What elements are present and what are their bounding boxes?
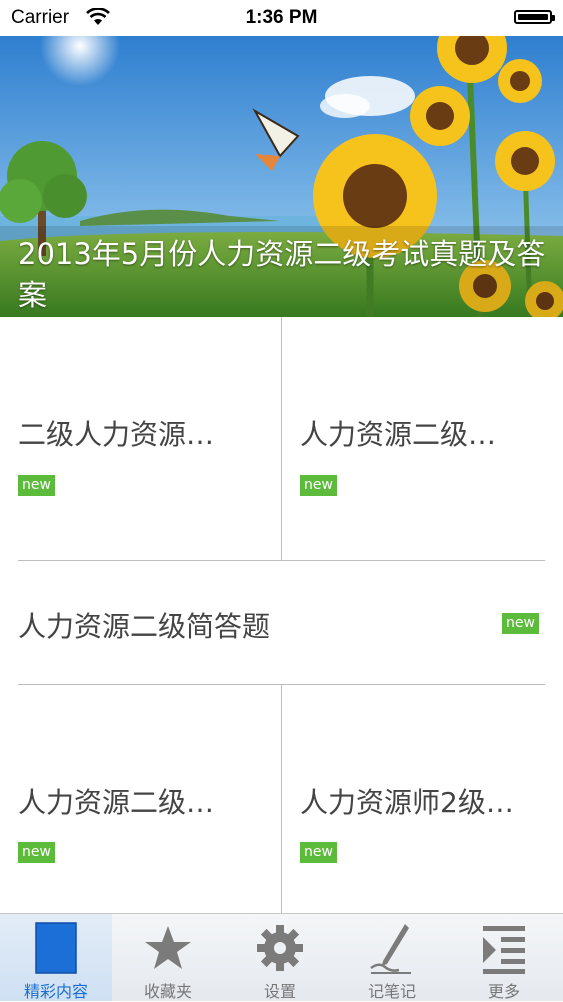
divider xyxy=(281,317,282,560)
tab-bar: 精彩内容 收藏夹 设置 记笔记 更多 xyxy=(0,913,563,1001)
article-tile-1[interactable]: 二级人力资源… new xyxy=(0,317,281,560)
tab-label: 记笔记 xyxy=(367,982,416,1001)
new-badge: new xyxy=(300,475,337,496)
tab-featured[interactable]: 精彩内容 xyxy=(0,914,112,1001)
tab-label: 设置 xyxy=(263,982,296,1001)
article-title: 人力资源二级简答题 xyxy=(18,610,271,643)
new-badge: new xyxy=(300,842,337,863)
status-bar: Carrier 1:36 PM xyxy=(0,0,563,36)
gear-icon xyxy=(257,925,303,971)
article-tile-4[interactable]: 人力资源师2级… new xyxy=(282,685,563,913)
article-row[interactable]: 人力资源二级简答题 new xyxy=(0,561,563,684)
hero-banner[interactable]: 2013年5月份人力资源二级考试真题及答案 xyxy=(0,36,563,317)
clock: 1:36 PM xyxy=(245,7,318,28)
tab-label: 精彩内容 xyxy=(23,982,88,1001)
article-title: 人力资源二级… xyxy=(18,786,215,819)
tab-favorites[interactable]: 收藏夹 xyxy=(112,914,224,1001)
battery-icon xyxy=(514,10,555,24)
new-badge: new xyxy=(18,842,55,863)
hero-title: 2013年5月份人力资源二级考试真题及答案 xyxy=(18,237,546,312)
divider xyxy=(281,685,282,913)
article-title: 人力资源二级… xyxy=(300,418,497,451)
tab-settings[interactable]: 设置 xyxy=(224,914,336,1001)
article-title: 二级人力资源… xyxy=(18,418,215,451)
more-list-icon xyxy=(483,926,525,974)
article-tile-3[interactable]: 人力资源二级… new xyxy=(0,685,281,913)
new-badge: new xyxy=(18,475,55,496)
article-title: 人力资源师2级… xyxy=(300,786,514,819)
article-tile-2[interactable]: 人力资源二级… new xyxy=(282,317,563,560)
content-icon xyxy=(35,922,77,974)
tab-label: 更多 xyxy=(487,982,520,1001)
tab-more[interactable]: 更多 xyxy=(448,914,560,1001)
new-badge: new xyxy=(502,613,539,634)
star-icon xyxy=(145,926,191,969)
tab-notes[interactable]: 记笔记 xyxy=(336,914,448,1001)
tab-label: 收藏夹 xyxy=(143,982,192,1001)
pen-icon xyxy=(370,924,411,974)
